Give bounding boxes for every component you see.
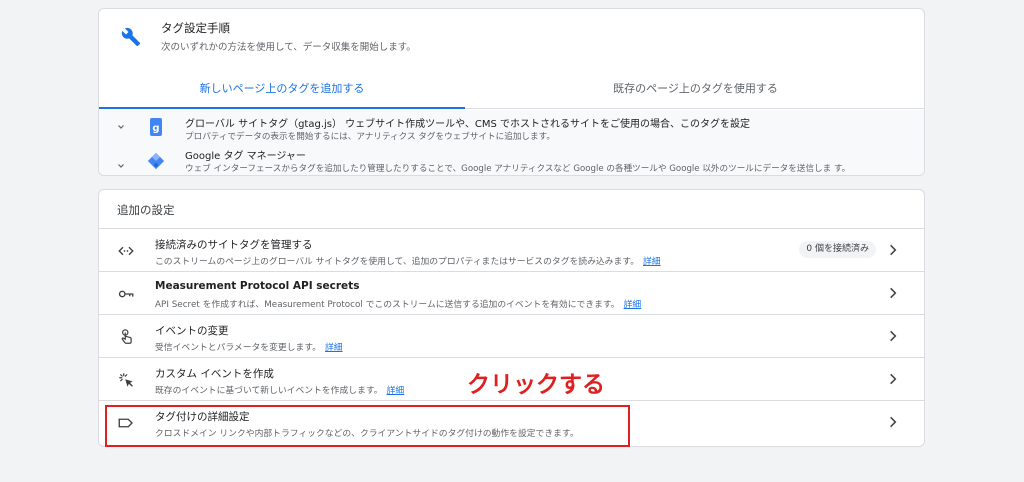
key-icon	[118, 290, 134, 298]
row-description: 既存のイベントに基づいて新しいイベントを作成します。 詳細	[155, 383, 404, 396]
chevron-right-icon[interactable]	[886, 415, 900, 429]
row-title: カスタム イベントを作成	[155, 368, 274, 380]
click-annotation: クリックする	[467, 372, 605, 398]
modify-event-row[interactable]: イベントの変更 受信イベントとパラメータを変更します。 詳細	[99, 314, 924, 357]
tab-add-new-tag[interactable]: 新しいページ上のタグを追加する	[99, 69, 465, 109]
row-description: このストリームのページ上のグローバル サイトタグを使用して、追加のプロパティまた…	[155, 254, 661, 267]
row-description-text: 受信イベントとパラメータを変更します。	[155, 343, 321, 353]
tag-manager-title: Google タグ マネージャー	[185, 151, 306, 162]
gtag-icon: g	[150, 118, 162, 136]
tag-setup-header: タグ設定手順 次のいずれかの方法を使用して、データ収集を開始します。	[99, 9, 924, 65]
touch-icon	[121, 329, 132, 344]
row-description: 受信イベントとパラメータを変更します。 詳細	[155, 340, 343, 353]
setup-item-tag-manager[interactable]: Google タグ マネージャー ウェブ インターフェースからタグを追加したり管…	[99, 145, 924, 175]
tag-setup-card: タグ設定手順 次のいずれかの方法を使用して、データ収集を開始します。 新しいペー…	[98, 8, 925, 176]
chevron-right-icon[interactable]	[886, 286, 900, 300]
additional-settings-title: 追加の設定	[117, 203, 175, 217]
learn-more-link[interactable]: 詳細	[387, 386, 405, 396]
manage-connected-site-tags-row[interactable]: 接続済みのサイトタグを管理する このストリームのページ上のグローバル サイトタグ…	[99, 228, 924, 271]
setup-item-gtag[interactable]: g グローバル サイトタグ（gtag.js） ウェブサイト作成ツールや、CMS …	[99, 113, 924, 146]
row-title: イベントの変更	[155, 325, 229, 337]
row-description-text: API Secret を作成すれば、Measurement Protocol で…	[155, 300, 620, 310]
svg-text:g: g	[152, 123, 159, 134]
row-title: 接続済みのサイトタグを管理する	[155, 239, 313, 251]
learn-more-link[interactable]: 詳細	[325, 343, 343, 353]
setup-method-list: g グローバル サイトタグ（gtag.js） ウェブサイト作成ツールや、CMS …	[99, 110, 924, 175]
tag-manager-description: ウェブ インターフェースからタグを追加したり管理したりすることで、Google …	[185, 164, 851, 174]
tag-manager-icon	[147, 152, 165, 170]
learn-more-link[interactable]: 詳細	[624, 300, 642, 310]
highlight-box	[105, 405, 630, 447]
gtag-description: プロパティでデータの表示を開始するには、アナリティクス タグをウェブサイトに追加…	[185, 132, 555, 142]
code-arrows-icon	[118, 246, 134, 256]
row-description-text: このストリームのページ上のグローバル サイトタグを使用して、追加のプロパティまた…	[155, 257, 639, 267]
sparkle-click-icon	[119, 373, 133, 387]
chevron-right-icon[interactable]	[886, 243, 900, 257]
row-title: Measurement Protocol API secrets	[155, 280, 360, 292]
chevron-down-icon[interactable]	[115, 160, 127, 172]
setup-tabs: 新しいページ上のタグを追加する 既存のページ上のタグを使用する	[99, 69, 924, 109]
measurement-protocol-row[interactable]: Measurement Protocol API secrets API Sec…	[99, 271, 924, 314]
row-description-text: 既存のイベントに基づいて新しいイベントを作成します。	[155, 386, 383, 396]
connected-count-badge: 0 個を接続済み	[799, 241, 876, 258]
tag-setup-title: タグ設定手順	[161, 21, 230, 35]
tag-setup-subtitle: 次のいずれかの方法を使用して、データ収集を開始します。	[161, 42, 416, 53]
tab-use-existing-tag[interactable]: 既存のページ上のタグを使用する	[465, 69, 924, 109]
active-tab-indicator	[99, 107, 465, 109]
chevron-down-icon[interactable]	[115, 121, 127, 133]
row-description: API Secret を作成すれば、Measurement Protocol で…	[155, 297, 641, 310]
chevron-right-icon[interactable]	[886, 372, 900, 386]
gtag-title: グローバル サイトタグ（gtag.js） ウェブサイト作成ツールや、CMS でホ…	[185, 119, 751, 130]
wrench-icon	[121, 27, 141, 47]
chevron-right-icon[interactable]	[886, 329, 900, 343]
learn-more-link[interactable]: 詳細	[643, 257, 661, 267]
